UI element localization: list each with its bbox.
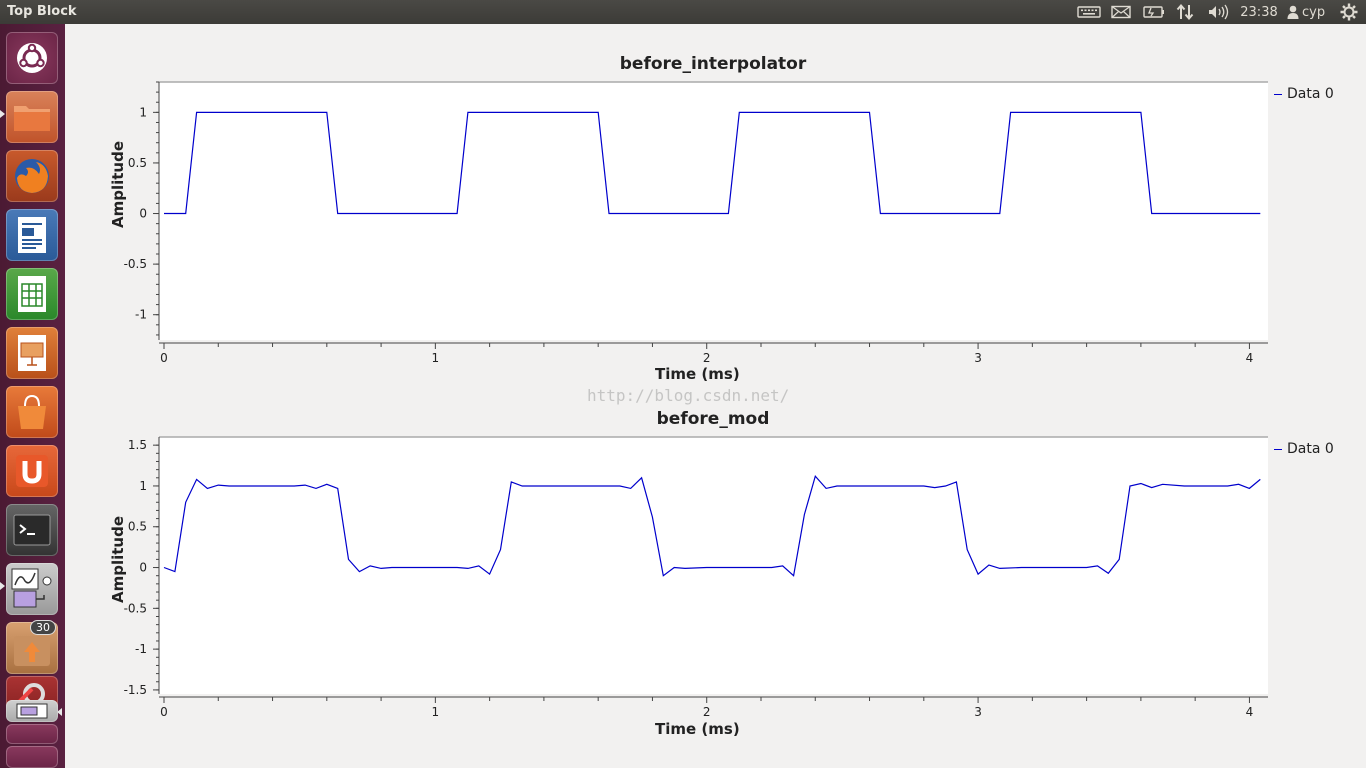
user-icon[interactable]	[1286, 0, 1300, 24]
update-manager-icon[interactable]: 30	[6, 620, 58, 674]
x-tick-label: 1	[432, 705, 440, 719]
trash-icon[interactable]	[6, 746, 58, 768]
grc-icon[interactable]	[6, 563, 58, 615]
terminal-icon[interactable]	[6, 504, 58, 556]
y-tick-label: -1.5	[124, 683, 147, 697]
x-tick-label: 4	[1246, 705, 1254, 719]
user-name[interactable]: cyp	[1302, 0, 1332, 24]
battery-icon[interactable]	[1142, 0, 1166, 24]
launcher: 30	[0, 24, 65, 768]
y-tick-label: -0.5	[124, 601, 147, 615]
clock[interactable]: 23:38	[1238, 0, 1280, 24]
window-title: Top Block	[7, 4, 77, 19]
plot-area: http://blog.csdn.net/ before_interpolato…	[65, 24, 1366, 768]
software-center-icon[interactable]	[6, 386, 58, 438]
plot-background	[159, 437, 1268, 694]
y-tick-label: 0	[139, 561, 147, 575]
writer-icon[interactable]	[6, 209, 58, 261]
plot-canvas[interactable]: 0 1 2 3 4 1.5 1 0.5 0 -0.5 -1 -1.5	[65, 24, 1366, 744]
keyboard-icon[interactable]	[1076, 0, 1102, 24]
ubuntu-one-icon[interactable]	[6, 445, 58, 497]
dash-home-icon[interactable]	[6, 32, 58, 84]
x-tick-label: 0	[160, 705, 168, 719]
x-tick-label: 2	[703, 705, 711, 719]
running-indicator	[0, 582, 5, 590]
running-indicator	[0, 110, 5, 118]
firefox-icon[interactable]	[6, 150, 58, 202]
x-tick-label: 3	[974, 705, 982, 719]
y-tick-label: 1.5	[128, 438, 147, 452]
mail-icon[interactable]	[1110, 0, 1132, 24]
y-tick-label: 1	[139, 479, 147, 493]
files-icon[interactable]	[6, 91, 58, 143]
volume-icon[interactable]	[1206, 0, 1230, 24]
top-panel: Top Block 23:38 cyp	[0, 0, 1366, 24]
update-badge: 30	[30, 620, 56, 635]
top-block-icon[interactable]	[6, 700, 58, 722]
workspace-icon[interactable]	[6, 724, 58, 744]
session-gear-icon[interactable]	[1338, 0, 1360, 24]
y-tick-label: 0.5	[128, 520, 147, 534]
network-icon[interactable]	[1174, 0, 1196, 24]
impress-icon[interactable]	[6, 327, 58, 379]
calc-icon[interactable]	[6, 268, 58, 320]
y-tick-label: -1	[135, 642, 147, 656]
